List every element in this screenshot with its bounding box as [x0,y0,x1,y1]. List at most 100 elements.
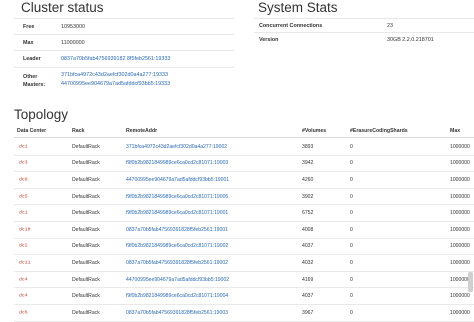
volumes-cell: 4169 [302,276,314,283]
remote-addr-link[interactable]: f9f0b2b9821849989ce6ca0cd2c81071:19005 [126,194,228,200]
scrollbar-thumb[interactable] [468,272,473,292]
rack-cell: DefaultRack [72,259,100,266]
free-value: 10953000 [61,23,85,30]
data-center-cell: dc8 [19,177,28,183]
volumes-cell: 4037 [302,293,314,300]
volumes-cell: 4032 [302,259,314,266]
max-label: Max [23,39,34,46]
data-center-cell: dc1 [19,144,28,150]
ec-shards-cell: 0 [350,176,353,183]
topology-title: Topology [14,107,69,122]
leader-link[interactable]: 0837a70b5fab4756939182 8f5feb2561:19333 [61,56,170,62]
rack-cell: DefaultRack [72,293,100,300]
remote-addr-link[interactable]: f9f0b2b9821849989ce6ca0cd2c81071:19002 [126,243,228,249]
table-row: dc11 DefaultRack 0837a70b5fab47569391828f5… [14,255,474,272]
max-cell: 1000000 [450,160,470,167]
ec-shards-cell: 0 [350,243,353,250]
topology-table-body: dc1 DefaultRack 371bfca4972c43d2aefcf302d0… [14,139,474,322]
data-center-cell: dc5 [19,194,28,200]
topology-header-row: Data Center Rack RemoteAddr #Volumes #Er… [14,126,474,136]
volumes-cell: 4260 [302,176,314,183]
ec-shards-cell: 0 [350,193,353,200]
remote-addr-link[interactable]: f9f0b2b9821849989ce6ca0cd2c81071:19001 [126,210,228,216]
data-center-cell: dc2 [19,243,28,249]
volumes-cell: 6752 [302,210,314,217]
table-row: dc1 DefaultRack 371bfca4972c43d2aefcf302d0… [14,139,474,156]
ec-shards-cell: 0 [350,226,353,233]
max-cell: 1000000 [450,276,470,283]
table-row: dc5 DefaultRack f9f0b2b9821849989ce6ca0cd2… [14,189,474,206]
data-center-cell: dc3 [19,160,28,166]
system-stats-title: System Stats [258,0,338,15]
col-max: Max [450,128,461,134]
remote-addr-link[interactable]: f9f0b2b9821849989ce6ca0cd2c81071:19003 [126,160,228,166]
other-masters-label: Other Masters: [23,74,46,88]
col-rack: Rack [72,128,85,134]
rack-cell: DefaultRack [72,276,100,283]
free-label: Free [23,23,35,30]
ec-shards-cell: 0 [350,259,353,266]
cluster-status-table: Free 10953000 Max 11000000 Leader 0837a7… [14,18,234,94]
remote-addr-link[interactable]: f9f0b2b9821849989ce6ca0cd2c81071:19004 [126,293,228,299]
max-cell: 1000000 [450,176,470,183]
rack-cell: DefaultRack [72,143,100,150]
cluster-row-free: Free 10953000 [14,18,234,34]
max-cell: 1000000 [450,193,470,200]
remote-addr-link[interactable]: 44700995ee904679a7ad5afddcf93bb5:19002 [126,277,229,283]
table-row: dc8 DefaultRack 44700995ee904679a7ad5afddc… [14,172,474,189]
ec-shards-cell: 0 [350,143,353,150]
max-value: 11000000 [61,39,85,46]
volumes-cell: 4037 [302,243,314,250]
max-cell: 1000000 [450,143,470,150]
remote-addr-link[interactable]: 0837a70b5fab47569391828f5feb2561:19002 [126,260,228,266]
other-master-link-2[interactable]: 44700995ee904679a7ad5afddcf93bb5:19333 [61,81,170,87]
table-row: dc4 DefaultRack 44700995ee904679a7ad5afddc… [14,272,474,289]
system-row-version: Version 30GB 2.2.0.218701 [254,32,474,46]
topology-header-divider [14,137,474,138]
data-center-cell: dc4 [19,277,28,283]
table-row: dc10 DefaultRack 0837a70b5fab47569391828f5… [14,222,474,239]
ec-shards-cell: 0 [350,210,353,217]
max-cell: 1000000 [450,210,470,217]
col-ec-shards: #ErasureCodingShards [350,128,408,134]
table-row: dc3 DefaultRack f9f0b2b9821849989ce6ca0cd2… [14,156,474,173]
max-cell: 1000000 [450,226,470,233]
leader-label: Leader [23,56,41,62]
rack-cell: DefaultRack [72,193,100,200]
rack-cell: DefaultRack [72,243,100,250]
table-row: dc1 DefaultRack f9f0b2b9821849989ce6ca0cd2… [14,205,474,222]
ec-shards-cell: 0 [350,293,353,300]
rack-cell: DefaultRack [72,160,100,167]
connections-value: 23 [387,22,393,29]
data-center-cell: dc11 [19,260,31,266]
table-row: dc4 DefaultRack f9f0b2b9821849989ce6ca0cd2… [14,288,474,305]
data-center-cell: dc1 [19,210,28,216]
remote-addr-link[interactable]: 44700995ee904679a7ad5afddcf93bb5:19001 [126,177,229,183]
rack-cell: DefaultRack [72,176,100,183]
table-row: dc2 DefaultRack f9f0b2b9821849989ce6ca0cd2… [14,239,474,256]
max-cell: 1000000 [450,243,470,250]
col-data-center: Data Center [17,128,47,134]
cluster-row-other-masters: Other Masters: 371bfca4972c43d2aefcf302d… [14,67,234,94]
rack-cell: DefaultRack [72,210,100,217]
remote-addr-link[interactable]: 371bfca4972c43d2aefcf302d0a4a277:19002 [126,144,227,150]
col-remote-addr: RemoteAddr [126,128,158,134]
cluster-row-leader: Leader 0837a70b5fab4756939182 8f5feb2561… [14,50,234,67]
system-stats-table: Concurrent Connections 23 Version 30GB 2… [254,18,474,46]
cluster-row-max: Max 11000000 [14,34,234,50]
rack-cell: DefaultRack [72,226,100,233]
data-center-cell: dc4 [19,293,28,299]
max-cell: 1000000 [450,293,470,300]
ec-shards-cell: 0 [350,160,353,167]
volumes-cell: 3942 [302,160,314,167]
volumes-cell: 4008 [302,226,314,233]
other-master-link-1[interactable]: 371bfca4972c43d2aefcf302d0a4a277:19333 [61,72,168,78]
volumes-cell: 3893 [302,143,314,150]
connections-label: Concurrent Connections [259,22,323,29]
cluster-status-title: Cluster status [21,0,104,15]
table-row: dc6 DefaultRack 0837a70b5fab47569391828f5f… [14,305,474,322]
volumes-cell: 3902 [302,193,314,200]
remote-addr-link[interactable]: 0837a70b5fab47569391828f5feb2561:19001 [126,227,228,233]
version-label: Version [259,36,279,43]
system-row-connections: Concurrent Connections 23 [254,18,474,32]
